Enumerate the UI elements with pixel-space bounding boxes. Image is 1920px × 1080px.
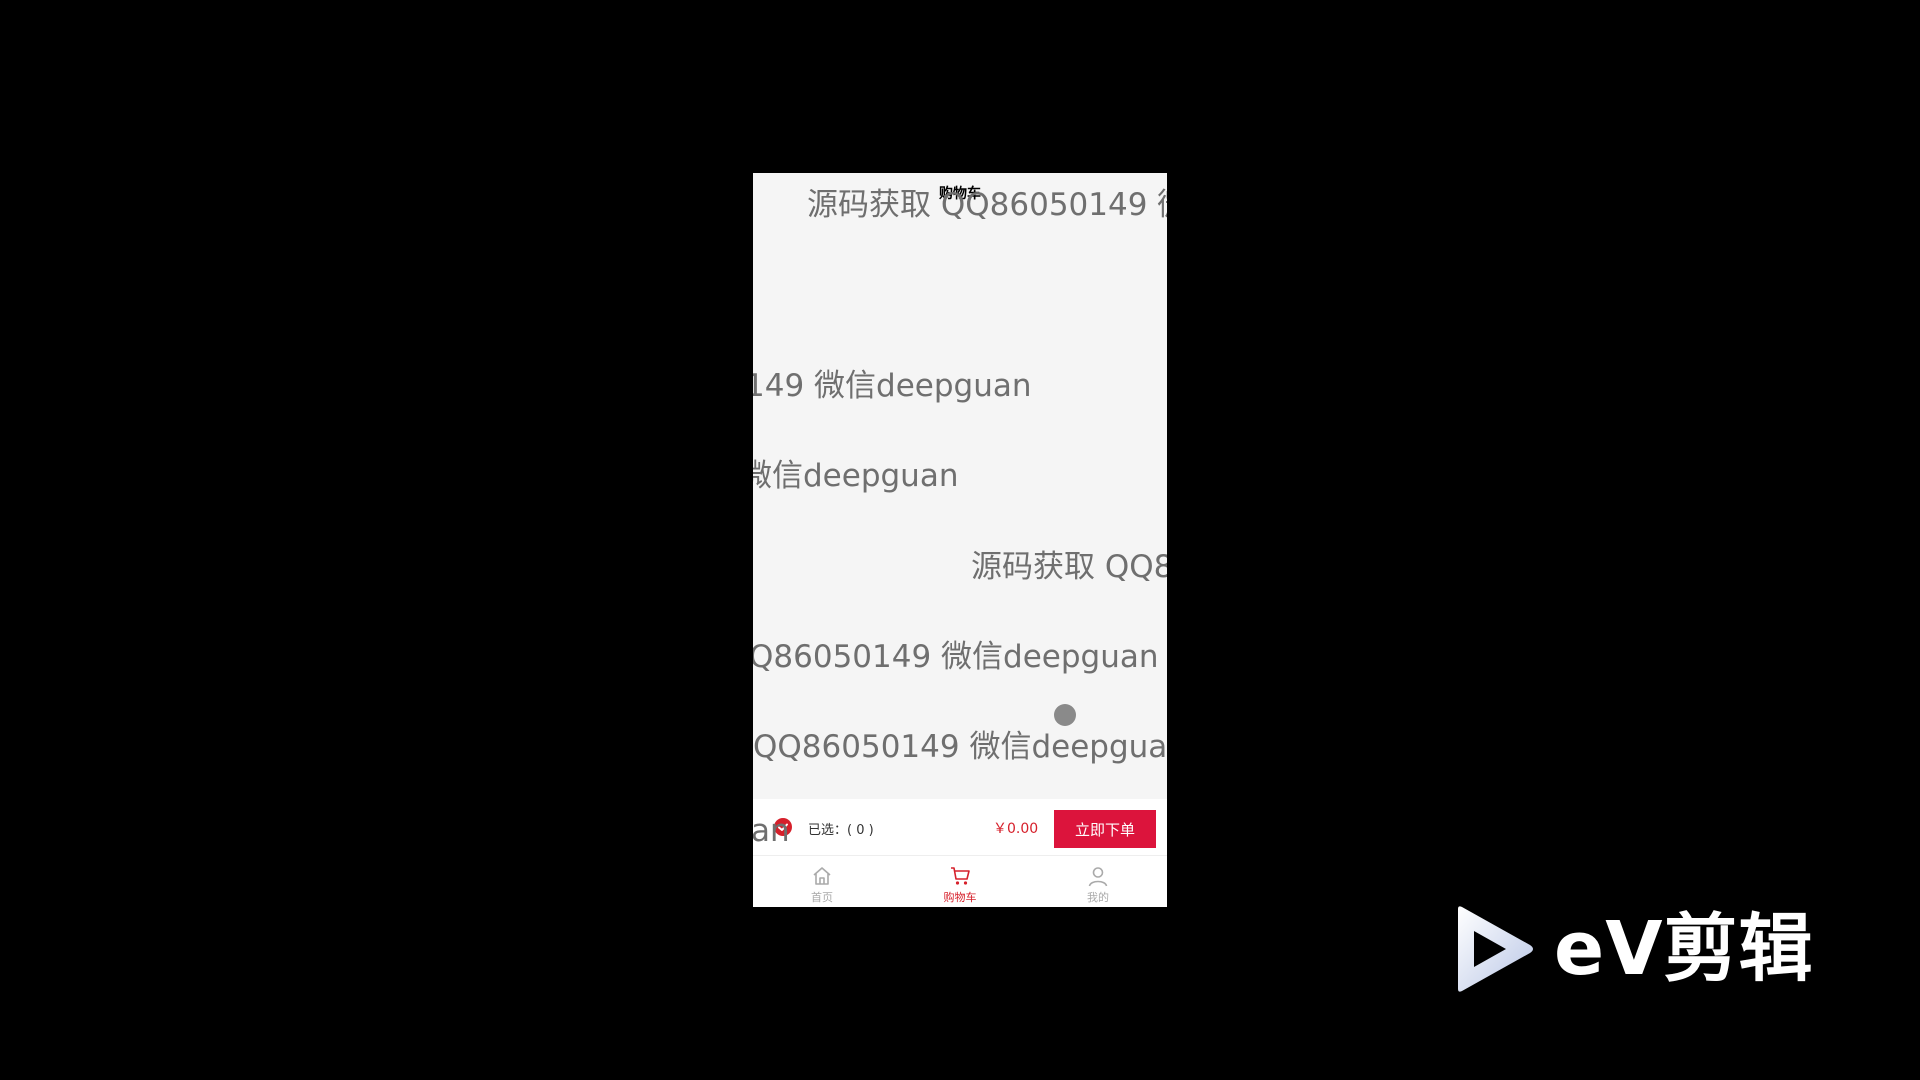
total-price: ￥0.00 [993,821,1039,837]
navigation-bar: 购物车 [753,173,1167,215]
page-title: 购物车 [939,186,981,202]
watermark-text: 源码获取 QQ8 [971,549,1167,585]
user-icon [1088,867,1108,887]
select-all-checkbox[interactable] [774,818,792,836]
tab-bar: 首页 购物车 我的 [753,855,1167,907]
tab-profile-label: 我的 [1087,891,1109,904]
cart-icon [951,867,970,885]
watermark-text: Q86050149 微信deepguan [753,639,1159,675]
tab-home-label: 首页 [811,891,833,904]
watermark-text: 149 微信deepguan [753,368,1032,404]
tab-profile[interactable]: 我的 [1029,856,1167,907]
tab-cart-label: 购物车 [943,891,977,904]
tab-home[interactable]: 首页 [753,856,891,907]
phone-screen: 购物车 源码获取 QQ86050149 微 149 微信deepguan 微信d… [753,173,1167,907]
brand-logo-text: eV剪辑 [1554,906,1814,992]
touch-cursor [1054,704,1076,726]
home-icon [813,867,831,885]
tab-cart[interactable]: 购物车 [891,856,1029,907]
place-order-button[interactable]: 立即下单 [1054,810,1156,848]
watermark-text: QQ86050149 微信deepguan [753,729,1167,765]
play-logo-icon [1458,906,1533,992]
checkout-bar: 已选：( 0 ) ￥0.00 立即下单 [753,799,1167,855]
selected-count: 已选：( 0 ) [808,823,874,838]
watermark-text: 微信deepguan [753,458,959,494]
check-icon [778,823,788,831]
